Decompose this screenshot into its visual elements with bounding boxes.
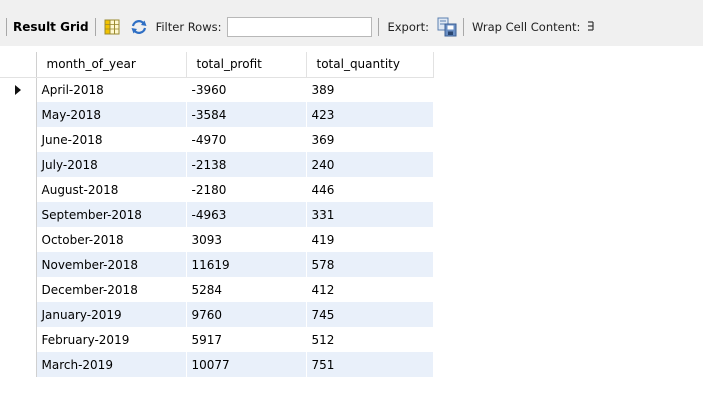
table-row[interactable]: January-2019 9760 745 [0,302,434,327]
toolbar-separator [378,18,380,36]
column-header-row: month_of_year total_profit total_quantit… [0,52,434,78]
row-header[interactable] [0,202,37,227]
row-header[interactable] [0,177,37,202]
cell-month-of-year[interactable]: July-2018 [36,152,187,177]
toolbar-row: Result Grid Filter Rows: Export: Wrap Ce… [0,13,703,41]
column-header-total-quantity[interactable]: total_quantity [306,52,434,78]
table-row[interactable]: November-2018 11619 578 [0,252,434,277]
table-row[interactable]: December-2018 5284 412 [0,277,434,302]
column-header-month-of-year[interactable]: month_of_year [36,52,187,78]
cell-total-quantity[interactable]: 389 [306,77,434,102]
table-row[interactable]: August-2018 -2180 446 [0,177,434,202]
row-header[interactable] [0,152,37,177]
result-grid-toolbar: Result Grid Filter Rows: Export: Wrap Ce… [0,0,703,46]
row-header[interactable] [0,327,37,352]
cell-total-profit[interactable]: -3584 [186,102,307,127]
cell-total-profit[interactable]: -2138 [186,152,307,177]
row-header[interactable] [0,77,37,102]
cell-month-of-year[interactable]: February-2019 [36,327,187,352]
row-header[interactable] [0,127,37,152]
cell-total-profit[interactable]: 11619 [186,252,307,277]
row-header-corner [0,52,37,78]
filter-rows-input[interactable] [227,17,373,37]
cell-total-profit[interactable]: -4963 [186,202,307,227]
export-icon[interactable] [437,17,457,37]
result-grid-table: month_of_year total_profit total_quantit… [0,52,434,377]
grid-icon[interactable] [104,19,120,35]
cell-total-profit[interactable]: 10077 [186,352,307,377]
cell-total-profit[interactable]: 5284 [186,277,307,302]
cell-month-of-year[interactable]: May-2018 [36,102,187,127]
column-header-total-profit[interactable]: total_profit [186,52,307,78]
table-row[interactable]: May-2018 -3584 423 [0,102,434,127]
cell-month-of-year[interactable]: January-2019 [36,302,187,327]
filter-rows-label: Filter Rows: [155,20,222,34]
cell-total-profit[interactable]: -4970 [186,127,307,152]
row-header[interactable] [0,277,37,302]
cell-total-profit[interactable]: 5917 [186,327,307,352]
cell-total-profit[interactable]: 3093 [186,227,307,252]
table-row[interactable]: October-2018 3093 419 [0,227,434,252]
row-header[interactable] [0,102,37,127]
row-header[interactable] [0,352,37,377]
cell-month-of-year[interactable]: June-2018 [36,127,187,152]
cell-total-profit[interactable]: -2180 [186,177,307,202]
cell-total-quantity[interactable]: 446 [306,177,434,202]
cell-month-of-year[interactable]: December-2018 [36,277,187,302]
row-header[interactable] [0,227,37,252]
cell-total-quantity[interactable]: 745 [306,302,434,327]
cell-total-quantity[interactable]: 751 [306,352,434,377]
result-grid-body: April-2018 -3960 389 May-2018 -3584 423 … [0,77,434,377]
cell-total-quantity[interactable]: 412 [306,277,434,302]
cell-total-quantity[interactable]: 512 [306,327,434,352]
current-row-arrow-icon [14,85,21,96]
cell-total-profit[interactable]: 9760 [186,302,307,327]
toolbar-separator [6,18,7,36]
export-label: Export: [387,20,430,34]
cell-total-quantity[interactable]: 578 [306,252,434,277]
wrap-cell-content-label: Wrap Cell Content: [472,20,581,34]
toolbar-separator [94,18,96,36]
cell-total-quantity[interactable]: 240 [306,152,434,177]
cell-month-of-year[interactable]: August-2018 [36,177,187,202]
cell-total-quantity[interactable]: 419 [306,227,434,252]
cell-month-of-year[interactable]: November-2018 [36,252,187,277]
row-header[interactable] [0,302,37,327]
table-row[interactable]: September-2018 -4963 331 [0,202,434,227]
table-row[interactable]: July-2018 -2138 240 [0,152,434,177]
table-row[interactable]: June-2018 -4970 369 [0,127,434,152]
cell-month-of-year[interactable]: March-2019 [36,352,187,377]
table-row[interactable]: February-2019 5917 512 [0,327,434,352]
table-row[interactable]: March-2019 10077 751 [0,352,434,377]
toolbar-separator [463,18,465,36]
cell-month-of-year[interactable]: September-2018 [36,202,187,227]
wrap-icon[interactable] [586,19,596,35]
result-grid-title[interactable]: Result Grid [13,20,89,34]
refresh-icon[interactable] [130,19,148,35]
cell-total-quantity[interactable]: 331 [306,202,434,227]
cell-month-of-year[interactable]: October-2018 [36,227,187,252]
cell-total-quantity[interactable]: 423 [306,102,434,127]
table-row[interactable]: April-2018 -3960 389 [0,77,434,102]
cell-total-profit[interactable]: -3960 [186,77,307,102]
cell-month-of-year[interactable]: April-2018 [36,77,187,102]
cell-total-quantity[interactable]: 369 [306,127,434,152]
row-header[interactable] [0,252,37,277]
